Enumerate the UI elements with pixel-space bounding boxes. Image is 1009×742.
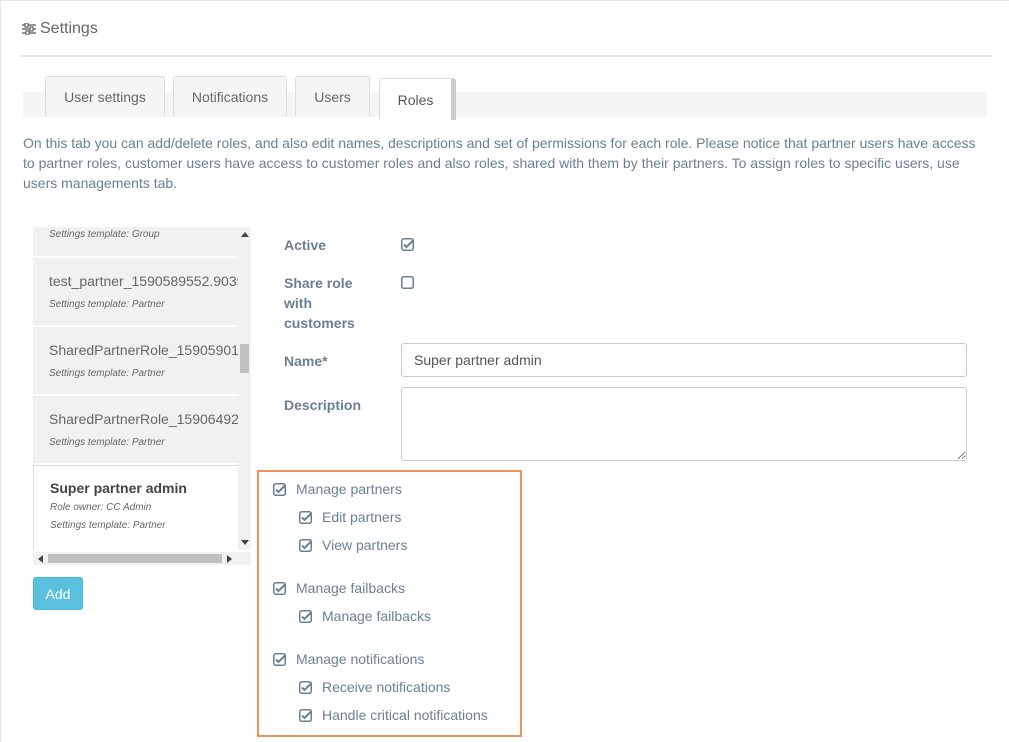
- role-template: Settings template: Partner: [49, 368, 165, 379]
- permission-label: Edit partners: [322, 509, 402, 525]
- role-title: SharedPartnerRole_15906492: [49, 411, 238, 427]
- tab-notifications[interactable]: Notifications: [173, 76, 287, 116]
- role-item[interactable]: SharedPartnerRole_15906492 Settings temp…: [33, 396, 238, 465]
- role-item[interactable]: Settings template: Group: [33, 227, 238, 258]
- description-textarea[interactable]: [401, 387, 967, 461]
- permission-item[interactable]: Manage failbacks: [273, 580, 405, 596]
- permission-checkbox[interactable]: [273, 652, 286, 666]
- permission-label: Manage failbacks: [296, 580, 405, 596]
- share-role-label-line: customers: [284, 315, 355, 331]
- permission-item[interactable]: Manage partners: [273, 481, 402, 497]
- sliders-icon: [22, 23, 36, 35]
- permission-item[interactable]: Receive notifications: [299, 679, 450, 695]
- role-template: Settings template: Group: [49, 229, 160, 240]
- permission-checkbox[interactable]: [299, 708, 312, 722]
- tab-bar: [23, 92, 987, 117]
- role-list-horizontal-scrollbar[interactable]: [33, 552, 238, 565]
- permission-item[interactable]: Handle critical notifications: [299, 707, 488, 723]
- page-header: Settings: [22, 20, 98, 38]
- permission-label: Manage failbacks: [322, 608, 431, 624]
- permission-label: Handle critical notifications: [322, 707, 488, 723]
- share-role-label-line: with: [284, 295, 312, 311]
- permission-label: View partners: [322, 537, 408, 553]
- role-title: SharedPartnerRole_15905901: [49, 342, 238, 358]
- active-label: Active: [284, 237, 327, 253]
- permission-item[interactable]: View partners: [299, 537, 407, 553]
- permission-label: Receive notifications: [322, 679, 451, 695]
- role-item[interactable]: test_partner_1590589552.9039 Settings te…: [33, 258, 238, 327]
- permission-checkbox[interactable]: [299, 609, 312, 623]
- tab-user-settings[interactable]: User settings: [45, 76, 165, 116]
- permission-label: Manage notifications: [296, 651, 425, 667]
- scrollbar-corner: [238, 552, 251, 565]
- share-role-label-line: Share role: [284, 275, 353, 291]
- active-checkbox[interactable]: [401, 238, 414, 251]
- permission-checkbox[interactable]: [299, 538, 312, 552]
- tab-roles[interactable]: Roles: [379, 78, 456, 120]
- role-template: Settings template: Partner: [49, 437, 165, 448]
- scroll-thumb[interactable]: [48, 554, 222, 563]
- name-input[interactable]: [401, 343, 967, 377]
- scroll-up-arrow-icon[interactable]: [241, 232, 249, 237]
- role-list-vertical-scrollbar[interactable]: [238, 227, 251, 550]
- role-item-selected[interactable]: Super partner admin Role owner: CC Admin…: [33, 465, 238, 550]
- tab-users[interactable]: Users: [295, 76, 370, 116]
- permission-checkbox[interactable]: [299, 680, 312, 694]
- permission-checkbox[interactable]: [273, 482, 286, 496]
- role-template: Settings template: Partner: [50, 520, 166, 531]
- role-list[interactable]: Settings template: Group test_partner_15…: [33, 227, 238, 550]
- share-role-label: Share role with customers: [284, 273, 355, 333]
- role-template: Settings template: Partner: [49, 299, 165, 310]
- share-role-checkbox[interactable]: [401, 276, 414, 289]
- role-item[interactable]: SharedPartnerRole_15905901 Settings temp…: [33, 327, 238, 396]
- header-divider: [20, 55, 992, 57]
- role-owner: Role owner: CC Admin: [50, 502, 152, 513]
- roles-intro-text: On this tab you can add/delete roles, an…: [23, 135, 976, 191]
- scroll-thumb[interactable]: [240, 344, 249, 373]
- role-list-container: Settings template: Group test_partner_15…: [33, 227, 253, 567]
- role-title: Super partner admin: [50, 480, 187, 496]
- permission-item[interactable]: Edit partners: [299, 509, 401, 525]
- description-label: Description: [284, 397, 362, 413]
- add-role-button[interactable]: Add: [33, 577, 83, 610]
- page-title: Settings: [40, 20, 98, 37]
- permission-checkbox[interactable]: [273, 581, 286, 595]
- name-label: Name*: [284, 353, 328, 369]
- role-title: test_partner_1590589552.9039: [49, 273, 238, 289]
- scroll-left-arrow-icon[interactable]: [38, 555, 43, 563]
- permission-item[interactable]: Manage notifications: [273, 651, 424, 667]
- scroll-right-arrow-icon[interactable]: [227, 555, 232, 563]
- permission-item[interactable]: Manage failbacks: [299, 608, 431, 624]
- permission-checkbox[interactable]: [299, 510, 312, 524]
- scroll-down-arrow-icon[interactable]: [241, 540, 249, 545]
- permission-label: Manage partners: [296, 481, 402, 497]
